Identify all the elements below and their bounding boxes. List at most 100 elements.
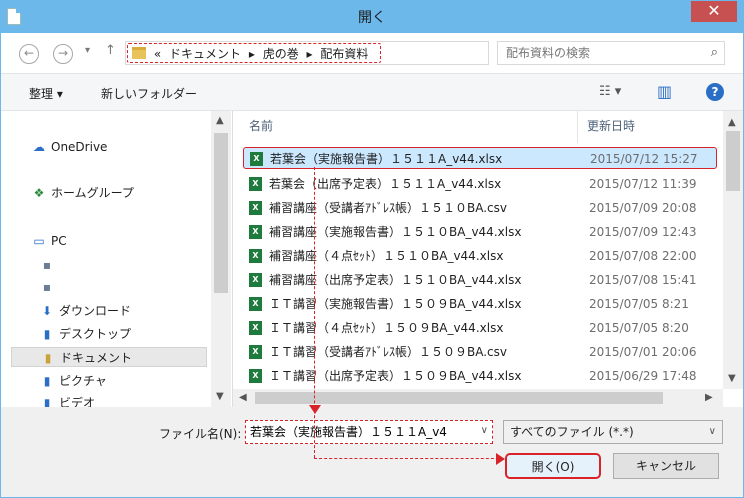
breadcrumb-separator-icon[interactable]: ▸ — [307, 47, 313, 61]
file-list: 名前 更新日時 X 若葉会（実施報告書）１５１１A_v44.xlsx 2015/07… — [233, 111, 743, 407]
excel-file-icon: X — [249, 177, 262, 191]
nav-item-label: ドキュメント — [60, 351, 133, 365]
back-button[interactable]: ← — [19, 44, 39, 64]
filename-input[interactable] — [246, 421, 468, 441]
annotation-guide-line — [314, 458, 504, 459]
file-date: 2015/07/12 11:39 — [589, 177, 697, 191]
cancel-button[interactable]: キャンセル — [613, 453, 719, 479]
file-type-value: すべてのファイル (*.*) — [510, 425, 634, 439]
breadcrumb-documents[interactable]: ドキュメント — [169, 47, 241, 61]
nav-item-pc[interactable]: ▭ PC — [31, 231, 67, 251]
excel-file-icon: X — [249, 321, 262, 335]
nav-item-drive-1[interactable]: ▪ — [39, 255, 59, 275]
open-file-dialog: 開く ✕ ← → ▾ ↑ « ドキュメント ▸ 虎の巻 ▸ 配布資料 ∨ ↻ ⌕ — [0, 0, 744, 498]
nav-item-label: PC — [51, 234, 67, 248]
nav-item-drive-2[interactable]: ▪ — [39, 277, 59, 297]
file-date: 2015/07/12 15:27 — [590, 152, 698, 166]
nav-item-documents[interactable]: ▮ ドキュメント — [11, 347, 207, 367]
folder-icon — [132, 47, 146, 59]
drive-icon: ▪ — [42, 280, 52, 294]
navigation-pane: ☁ OneDrive ❖ ホームグループ ▭ PC ▪ ▪ ⬇ ダウンロード ▮ デスクト… — [1, 111, 233, 407]
breadcrumb-handouts[interactable]: 配布資料 — [320, 47, 368, 61]
organize-button[interactable]: 整理 ▾ — [29, 85, 63, 102]
nav-item-homegroup[interactable]: ❖ ホームグループ — [31, 183, 134, 203]
toolbar: 整理 ▾ 新しいフォルダー ☷ ▾ ▥ ? — [1, 73, 743, 111]
dialog-footer: ファイル名(N): ∨ すべてのファイル (*.*) ∨ 開く(O) キャンセル — [1, 407, 743, 497]
excel-file-icon: X — [250, 152, 263, 166]
pictures-icon: ▮ — [43, 374, 51, 388]
file-name: 若葉会（実施報告書）１５１１A_v44.xlsx — [270, 152, 503, 166]
scroll-down-icon[interactable]: ▼ — [728, 373, 736, 384]
file-row[interactable]: X 若葉会（実施報告書）１５１１A_v44.xlsx 2015/07/12 15:2… — [243, 147, 717, 169]
help-icon[interactable]: ? — [706, 83, 724, 101]
breadcrumb-overflow[interactable]: « — [154, 47, 161, 61]
address-row: ← → ▾ ↑ « ドキュメント ▸ 虎の巻 ▸ 配布資料 ∨ ↻ ⌕ — [1, 33, 743, 73]
download-icon: ⬇ — [41, 304, 53, 318]
file-date: 2015/07/09 20:08 — [589, 201, 697, 215]
drive-icon: ▪ — [42, 258, 52, 272]
file-date: 2015/06/29 17:48 — [589, 369, 697, 383]
scroll-thumb[interactable] — [214, 133, 228, 293]
scroll-up-icon[interactable]: ▲ — [728, 117, 736, 128]
nav-item-label: ピクチャ — [59, 374, 107, 388]
chevron-down-icon: ∨ — [708, 426, 716, 437]
nav-item-onedrive[interactable]: ☁ OneDrive — [31, 137, 107, 157]
column-header-date[interactable]: 更新日時 — [587, 117, 635, 134]
file-type-select[interactable]: すべてのファイル (*.*) ∨ — [503, 420, 723, 444]
file-date: 2015/07/09 12:43 — [589, 225, 697, 239]
scroll-thumb[interactable] — [726, 131, 740, 191]
file-name: ＩＴ講習（出席予定表）１５０９BA_v44.xlsx — [269, 369, 522, 383]
scroll-down-icon[interactable]: ▼ — [216, 391, 224, 402]
search-icon[interactable]: ⌕ — [711, 45, 718, 60]
homegroup-icon: ❖ — [33, 186, 45, 200]
new-folder-button[interactable]: 新しいフォルダー — [101, 85, 197, 102]
forward-button[interactable]: → — [53, 44, 73, 64]
excel-file-icon: X — [249, 345, 262, 359]
nav-item-videos[interactable]: ▮ ビデオ — [39, 393, 95, 407]
search-box: ⌕ — [497, 41, 725, 65]
close-button[interactable]: ✕ — [691, 1, 737, 22]
open-button[interactable]: 開く(O) — [505, 453, 601, 479]
chevron-down-icon[interactable]: ▾ — [85, 45, 90, 56]
title-bar: 開く ✕ — [1, 1, 743, 33]
preview-pane-icon[interactable]: ▥ — [657, 82, 672, 101]
annotation-arrow-icon — [496, 453, 505, 465]
file-date: 2015/07/08 22:00 — [589, 249, 697, 263]
file-name: 補習講座（出席予定表）１５１０BA_v44.xlsx — [269, 273, 522, 287]
nav-item-desktop[interactable]: ▮ デスクトップ — [39, 324, 131, 344]
file-date: 2015/07/05 8:20 — [589, 321, 689, 335]
documents-icon: ▮ — [44, 351, 52, 365]
excel-file-icon: X — [249, 273, 262, 287]
file-list-vertical-scrollbar[interactable]: ▲ ▼ — [723, 111, 743, 389]
window-title: 開く — [358, 10, 386, 26]
scroll-up-icon[interactable]: ▲ — [216, 115, 224, 126]
annotation-guide-line — [314, 167, 315, 458]
nav-scrollbar[interactable]: ▲ ▼ — [211, 111, 231, 407]
column-divider[interactable] — [577, 111, 578, 143]
nav-item-pictures[interactable]: ▮ ピクチャ — [39, 371, 107, 391]
scroll-thumb[interactable] — [255, 392, 663, 404]
up-button[interactable]: ↑ — [105, 43, 116, 58]
file-list-horizontal-scrollbar[interactable]: ◀ ▶ — [233, 389, 723, 407]
nav-item-label: OneDrive — [51, 140, 108, 154]
excel-file-icon: X — [249, 225, 262, 239]
address-bar[interactable]: « ドキュメント ▸ 虎の巻 ▸ 配布資料 ∨ ↻ — [125, 41, 603, 65]
breadcrumb: « ドキュメント ▸ 虎の巻 ▸ 配布資料 — [132, 45, 372, 62]
breadcrumb-toranomaki[interactable]: 虎の巻 — [263, 47, 299, 61]
videos-icon: ▮ — [43, 396, 51, 407]
nav-item-downloads[interactable]: ⬇ ダウンロード — [39, 301, 131, 321]
breadcrumb-separator-icon[interactable]: ▸ — [249, 47, 255, 61]
file-name: ＩＴ講習（実施報告書）１５０９BA_v44.xlsx — [269, 297, 522, 311]
scroll-right-icon[interactable]: ▶ — [705, 392, 713, 403]
search-input[interactable] — [498, 42, 698, 64]
annotation-arrow-icon — [309, 405, 321, 414]
column-header-name[interactable]: 名前 — [249, 117, 273, 134]
nav-item-label: ダウンロード — [59, 304, 132, 318]
view-options-icon[interactable]: ☷ ▾ — [599, 84, 621, 99]
scroll-left-icon[interactable]: ◀ — [239, 392, 247, 403]
file-name: ＩＴ講習（４点ｾｯﾄ）１５０９BA_v44.xlsx — [269, 321, 504, 335]
chevron-down-icon[interactable]: ∨ — [481, 425, 488, 436]
excel-file-icon: X — [249, 297, 262, 311]
excel-file-icon: X — [249, 249, 262, 263]
file-name: 補習講座（受講者ｱﾄﾞﾚｽ帳）１５１０BA.csv — [269, 201, 507, 215]
